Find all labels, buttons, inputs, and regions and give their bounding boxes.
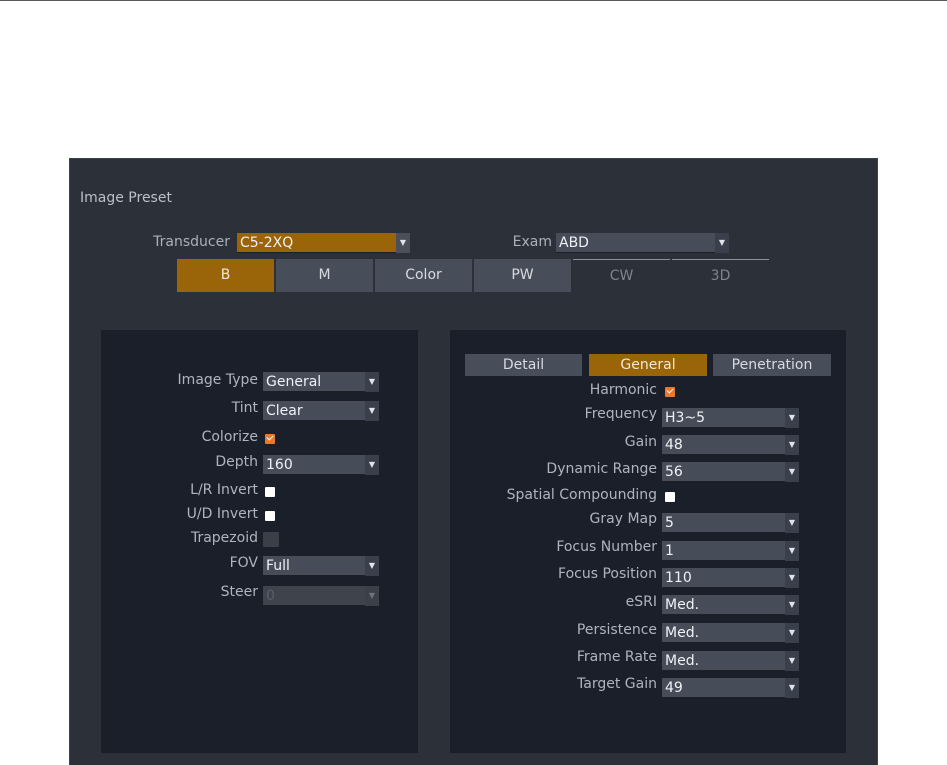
window-title: Image Preset [80, 190, 172, 206]
gain-label: Gain [624, 434, 657, 450]
esri-select[interactable]: Med. ▼ [662, 595, 799, 615]
chevron-down-icon: ▼ [365, 372, 379, 392]
target-gain-select[interactable]: 49 ▼ [662, 678, 799, 698]
gain-value: 48 [665, 437, 683, 453]
frequency-select[interactable]: H3~5 ▼ [662, 408, 799, 428]
chevron-down-icon: ▼ [785, 462, 799, 482]
esri-value: Med. [665, 597, 700, 613]
image-type-select[interactable]: General ▼ [263, 372, 379, 392]
chevron-down-icon: ▼ [785, 513, 799, 533]
transducer-select[interactable]: C5-2XQ ▼ [237, 233, 410, 253]
spatial-compounding-label: Spatial Compounding [506, 487, 657, 503]
gray-map-select[interactable]: 5 ▼ [662, 513, 799, 533]
tab-b[interactable]: B [177, 259, 274, 292]
dynamic-range-value: 56 [665, 464, 683, 480]
frame-rate-label: Frame Rate [576, 649, 657, 665]
tint-select[interactable]: Clear ▼ [263, 401, 379, 421]
focus-number-select[interactable]: 1 ▼ [662, 541, 799, 561]
chevron-down-icon: ▼ [396, 233, 410, 253]
dynamic-range-select[interactable]: 56 ▼ [662, 462, 799, 482]
dynamic-range-label: Dynamic Range [546, 461, 657, 477]
exam-select[interactable]: ABD ▼ [556, 233, 729, 253]
focus-number-value: 1 [665, 543, 674, 559]
depth-select[interactable]: 160 ▼ [263, 455, 379, 475]
colorize-checkbox[interactable] [265, 434, 275, 444]
focus-number-label: Focus Number [556, 539, 657, 555]
chevron-down-icon: ▼ [785, 678, 799, 698]
persistence-value: Med. [665, 625, 700, 641]
frequency-label: Frequency [584, 406, 657, 422]
lr-invert-label: L/R Invert [190, 482, 258, 498]
gray-map-value: 5 [665, 515, 674, 531]
persistence-label: Persistence [576, 622, 657, 638]
tint-value: Clear [266, 403, 303, 419]
top-divider [0, 0, 947, 1]
trapezoid-checkbox[interactable] [263, 532, 279, 547]
chevron-down-icon: ▼ [715, 233, 729, 253]
gain-select[interactable]: 48 ▼ [662, 435, 799, 455]
left-panel: Image Type General ▼ Tint Clear ▼ Colori… [101, 330, 418, 753]
ud-invert-label: U/D Invert [186, 506, 258, 522]
steer-label: Steer [220, 584, 258, 600]
steer-value: 0 [266, 588, 275, 604]
depth-value: 160 [266, 457, 293, 473]
colorize-label: Colorize [201, 429, 258, 445]
ud-invert-checkbox[interactable] [265, 511, 275, 521]
focus-position-select[interactable]: 110 ▼ [662, 568, 799, 588]
fov-select[interactable]: Full ▼ [263, 556, 379, 576]
esri-label: eSRI [625, 594, 657, 610]
tab-cw[interactable]: CW [573, 259, 670, 293]
harmonic-label: Harmonic [589, 382, 657, 398]
harmonic-checkbox[interactable] [665, 387, 675, 397]
focus-position-label: Focus Position [558, 566, 657, 582]
target-gain-value: 49 [665, 680, 683, 696]
frequency-value: H3~5 [665, 410, 706, 426]
fov-value: Full [266, 558, 290, 574]
steer-select[interactable]: 0 ▼ [263, 586, 379, 606]
image-type-value: General [266, 374, 322, 390]
image-type-label: Image Type [177, 372, 258, 388]
chevron-down-icon: ▼ [365, 586, 379, 606]
chevron-down-icon: ▼ [785, 595, 799, 615]
image-preset-window: Image Preset Transducer C5-2XQ ▼ Exam AB… [69, 158, 878, 765]
right-panel: Detail General Penetration Harmonic Freq… [450, 330, 846, 753]
lr-invert-checkbox[interactable] [265, 487, 275, 497]
target-gain-label: Target Gain [577, 676, 657, 692]
chevron-down-icon: ▼ [785, 408, 799, 428]
tab-general[interactable]: General [589, 354, 707, 376]
frame-rate-value: Med. [665, 653, 700, 669]
tab-pw[interactable]: PW [474, 259, 571, 292]
chevron-down-icon: ▼ [785, 541, 799, 561]
fov-label: FOV [229, 555, 258, 571]
trapezoid-label: Trapezoid [190, 530, 258, 546]
tab-3d[interactable]: 3D [672, 259, 769, 293]
transducer-value: C5-2XQ [240, 235, 294, 251]
gray-map-label: Gray Map [589, 511, 657, 527]
tab-detail[interactable]: Detail [465, 354, 582, 376]
exam-label: Exam [512, 234, 552, 250]
persistence-select[interactable]: Med. ▼ [662, 623, 799, 643]
transducer-label: Transducer [153, 234, 230, 250]
depth-label: Depth [215, 454, 258, 470]
chevron-down-icon: ▼ [785, 623, 799, 643]
spatial-compounding-checkbox[interactable] [665, 492, 675, 502]
tab-penetration[interactable]: Penetration [713, 354, 831, 376]
exam-value: ABD [559, 235, 589, 251]
chevron-down-icon: ▼ [785, 651, 799, 671]
chevron-down-icon: ▼ [785, 435, 799, 455]
chevron-down-icon: ▼ [365, 401, 379, 421]
chevron-down-icon: ▼ [365, 556, 379, 576]
tint-label: Tint [231, 400, 258, 416]
focus-position-value: 110 [665, 570, 692, 586]
frame-rate-select[interactable]: Med. ▼ [662, 651, 799, 671]
chevron-down-icon: ▼ [365, 455, 379, 475]
tab-color[interactable]: Color [375, 259, 472, 292]
chevron-down-icon: ▼ [785, 568, 799, 588]
tab-m[interactable]: M [276, 259, 373, 292]
